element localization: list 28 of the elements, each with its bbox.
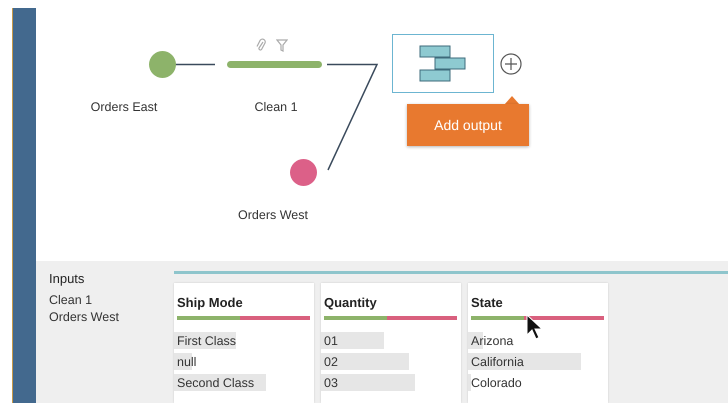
cursor-icon <box>526 314 544 340</box>
inputs-title: Inputs <box>49 271 86 286</box>
node-label: Clean 1 <box>254 100 298 114</box>
input-name: Orders West <box>49 310 120 324</box>
node-label: Orders West <box>238 208 308 222</box>
filter-icon <box>276 39 288 52</box>
value-label[interactable]: 03 <box>321 376 338 390</box>
value-label[interactable]: Second Class <box>174 376 254 390</box>
value-label[interactable]: 01 <box>321 334 338 348</box>
paperclip-icon <box>256 38 266 53</box>
tooltip: Add output <box>407 104 529 146</box>
value-label[interactable]: Colorado <box>468 376 522 390</box>
value-label[interactable]: Arizona <box>468 334 514 348</box>
input-name: Clean 1 <box>49 293 94 307</box>
value-label[interactable]: First Class <box>174 334 236 348</box>
value-label[interactable]: California <box>468 355 524 369</box>
add-icon[interactable] <box>500 53 522 75</box>
output-node[interactable] <box>392 34 494 93</box>
value-label[interactable]: null <box>174 355 196 369</box>
input-node[interactable] <box>290 159 317 186</box>
output-icon <box>419 44 467 82</box>
field-name: Ship Mode <box>176 295 244 310</box>
input-node[interactable] <box>149 51 176 78</box>
field-name: Quantity <box>323 295 378 310</box>
node-label: Orders East <box>90 100 158 114</box>
value-label[interactable]: 02 <box>321 355 338 369</box>
field-name: State <box>470 295 504 310</box>
clean-step-node[interactable] <box>227 61 322 68</box>
